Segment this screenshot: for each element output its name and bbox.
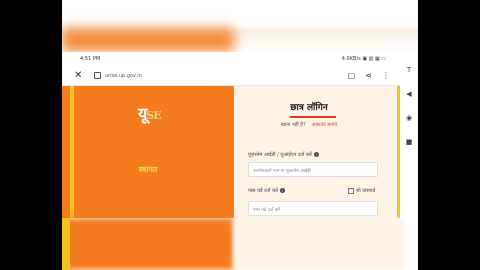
logo-suffix-text: SE (146, 109, 161, 122)
status-bar: 4:51 PM 4.0KB/s ▣ ▥ ▦ ▭ (62, 52, 400, 66)
show-password-label: शो पासवर्ड (356, 188, 376, 194)
info-icon[interactable]: i (313, 152, 319, 157)
password-label-text: पास वर्ड दर्ज करें (248, 188, 278, 194)
status-icons: 4.0KB/s ▣ ▥ ▦ ▭ (341, 56, 386, 62)
userid-label-text: यूज़रनेम आईडी / यूआईएन दर्ज करें (248, 152, 312, 158)
urise-logo: यूSE (138, 102, 162, 124)
show-password-toggle[interactable]: शो पासवर्ड (348, 188, 375, 194)
panel-edge (397, 86, 400, 218)
login-panel: छात्र लॉगिन खाता नहीं है? अकाउंट बनाएं यू… (234, 86, 400, 218)
password-label: पास वर्ड दर्ज करें i (248, 188, 285, 194)
browser-toolbar: ✕ urise.up.gov.in ▢ ⋖ ⋮ (62, 66, 400, 86)
info-icon[interactable]: i (280, 188, 285, 193)
video-frame: 4:51 PM 4.0KB/s ▣ ▥ ▦ ▭ ✕ urise.up.gov.i… (62, 0, 418, 270)
yellow-edge (70, 86, 74, 218)
back-icon[interactable]: ◀ (406, 90, 411, 98)
recents-icon[interactable]: ■ (406, 138, 413, 146)
side-navigation: T ◀ ◉ ■ (400, 52, 418, 218)
share-icon[interactable]: ⋖ (365, 71, 372, 80)
url-text[interactable]: urise.up.gov.in (105, 73, 338, 79)
title-underline (290, 116, 336, 118)
menu-icon[interactable]: ⋮ (382, 71, 390, 80)
welcome-text: स्वागत (138, 165, 158, 174)
blurred-bottom-reflection (62, 218, 418, 270)
userid-label: यूज़रनेम आईडी / यूआईएन दर्ज करें i (248, 152, 319, 158)
userid-input[interactable]: उपयोगकर्ता नाम या यूज़रनेम आईडी (248, 162, 378, 177)
password-input[interactable]: पास वर्ड दर्ज करें (248, 201, 378, 216)
register-link[interactable]: अकाउंट बनाएं (312, 122, 338, 128)
status-time: 4:51 PM (80, 56, 101, 62)
login-title: छात्र लॉगिन (290, 103, 328, 113)
register-row: खाता नहीं है? अकाउंट बनाएं (234, 122, 384, 128)
blurred-top-reflection (62, 0, 418, 52)
welcome-panel: यूSE स्वागत (62, 86, 234, 218)
side-button-1[interactable]: T (407, 66, 411, 74)
register-prompt: खाता नहीं है? (280, 122, 306, 128)
close-icon[interactable]: ✕ (74, 70, 86, 81)
bookmark-icon[interactable]: ▢ (348, 71, 356, 80)
home-icon[interactable]: ◉ (406, 114, 412, 122)
lock-icon (94, 72, 101, 79)
checkbox-icon[interactable] (348, 188, 354, 194)
